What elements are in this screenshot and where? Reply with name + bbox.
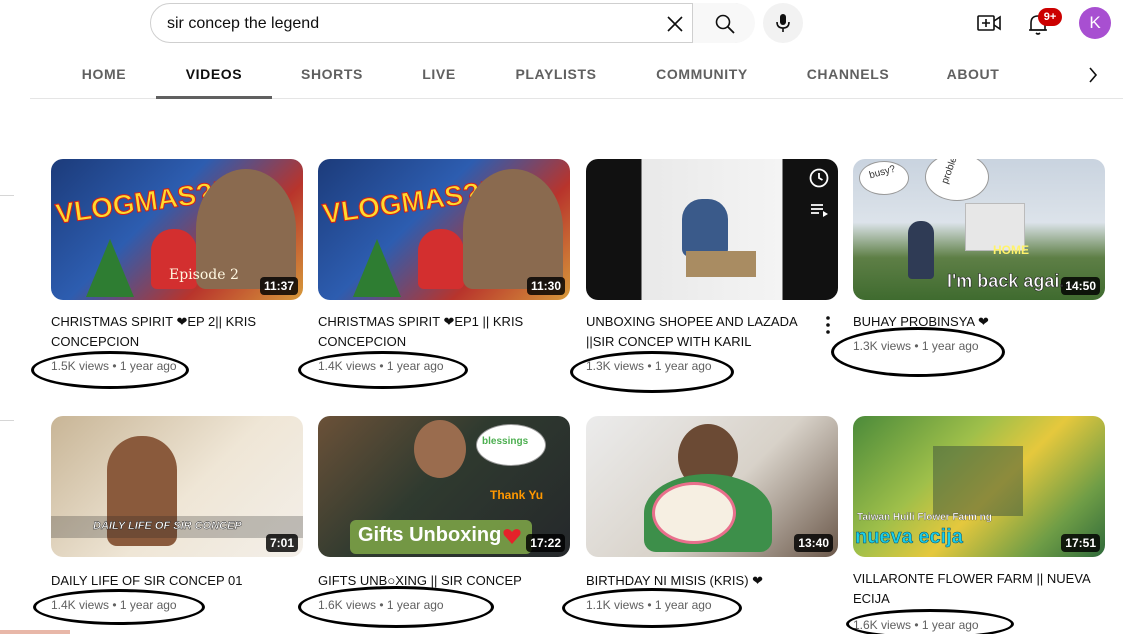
annotation-oval [298,351,468,389]
tabs-scroll-right-button[interactable] [1080,60,1106,90]
add-to-queue-button[interactable] [808,199,830,221]
tab-playlists[interactable]: PLAYLISTS [506,52,606,99]
search-icon [715,14,735,34]
thumbnail-text: nueva ecija [855,526,963,549]
person-graphic [682,199,728,257]
annotation-oval [298,586,494,628]
people-graphic [463,169,563,289]
annotation-oval [831,327,1005,377]
divider [0,195,14,196]
chevron-right-icon [1089,67,1098,83]
video-title[interactable]: BIRTHDAY NI MISIS (KRIS) ❤ [586,571,826,591]
video-title[interactable]: DAILY LIFE OF SIR CONCEP 01 [51,571,291,591]
annotation-oval [33,589,205,625]
thumbnail-home-text: HOME [993,243,1029,257]
box-graphic [686,251,756,277]
video-thumbnail[interactable]: VLOGMAS?! Episode 2 11:37 [51,159,303,300]
close-icon [667,16,683,32]
video-thumbnail[interactable]: VLOGMAS?! 11:30 [318,159,570,300]
thumbnail-text: I'm back agai... [947,271,1075,292]
tab-shorts[interactable]: SHORTS [286,52,378,99]
video-thumbnail[interactable]: 13:40 [586,416,838,557]
clock-icon [809,168,829,188]
tab-home[interactable]: HOME [60,52,148,99]
video-title[interactable]: UNBOXING SHOPEE AND LAZADA ||SIR CONCEP … [586,312,826,352]
more-vertical-icon [826,316,830,334]
video-thumbnail[interactable]: blessings Thank Yu Gifts Unboxing 17:22 [318,416,570,557]
video-thumbnail[interactable]: DAILY LIFE OF SIR CONCEP 7:01 [51,416,303,557]
clear-search-button[interactable] [663,12,687,36]
channel-tabs: HOME VIDEOS SHORTS LIVE PLAYLISTS COMMUN… [30,52,1123,99]
video-title[interactable]: CHRISTMAS SPIRIT ❤EP 2|| KRIS CONCEPCION [51,312,291,352]
tab-community[interactable]: COMMUNITY [640,52,764,99]
video-duration: 7:01 [265,534,298,552]
create-button[interactable] [976,10,1002,36]
video-duration: 17:22 [526,534,565,552]
santa-graphic [418,229,464,289]
video-thumbnail[interactable] [586,159,838,300]
cake-graphic [652,482,736,544]
person-graphic [908,221,934,279]
search-button[interactable] [692,3,755,43]
thumbnail-subtext: Episode 2 [169,267,239,283]
queue-icon [811,204,828,217]
annotation-oval [846,609,1014,634]
tab-live[interactable]: LIVE [402,52,476,99]
video-duration: 11:37 [259,277,298,295]
search-input[interactable] [167,12,647,36]
voice-search-button[interactable] [763,3,803,43]
video-title[interactable]: CHRISTMAS SPIRIT ❤EP1 || KRIS CONCEPCION [318,312,558,352]
annotation-oval [570,351,734,393]
bottom-edge-element [0,630,70,634]
notification-badge: 9+ [1038,8,1062,26]
more-actions-button[interactable] [824,315,832,335]
thumbnail-subtext: Taiwan Huili Flower Farm ng [857,512,992,523]
thumbnail-text: DAILY LIFE OF SIR CONCEP [93,520,242,532]
video-duration: 17:51 [1061,534,1100,552]
video-duration: 14:50 [1061,277,1100,295]
search-bar [150,3,755,43]
watch-later-button[interactable] [808,167,830,189]
video-thumbnail[interactable]: busy? problem HOME I'm back agai... 14:5… [853,159,1105,300]
tab-channels[interactable]: CHANNELS [796,52,900,99]
annotation-oval [562,588,742,628]
thumbnail-thanks-text: Thank Yu [490,488,544,502]
video-duration: 11:30 [526,277,565,295]
christmas-tree-graphic [86,239,134,297]
thumbnail-bubble-text: blessings [482,436,529,447]
annotation-oval [31,351,189,389]
video-title[interactable]: VILLARONTE FLOWER FARM || NUEVA ECIJA [853,569,1093,609]
collage-panel [933,446,1023,516]
tab-about[interactable]: ABOUT [934,52,1012,99]
microphone-icon [776,14,790,32]
divider [0,420,14,421]
video-camera-plus-icon [977,15,1001,31]
thumbnail-text: Gifts Unboxing [358,524,502,546]
christmas-tree-graphic [353,239,401,297]
video-duration: 13:40 [794,534,833,552]
avatar[interactable]: K [1079,7,1111,39]
heart-icon [502,526,522,546]
video-thumbnail[interactable]: Taiwan Huili Flower Farm ng nueva ecija … [853,416,1105,557]
tab-videos[interactable]: VIDEOS [156,52,272,99]
person-graphic [414,420,466,478]
